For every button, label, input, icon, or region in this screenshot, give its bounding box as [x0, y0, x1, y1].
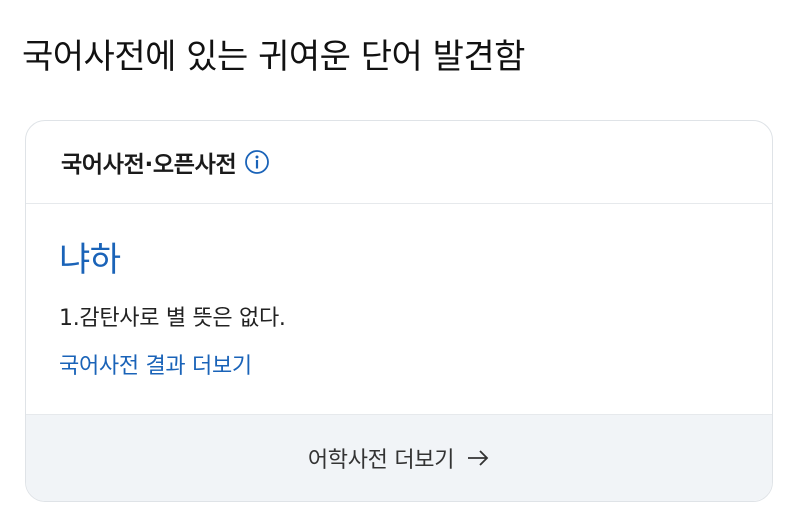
card-header: 국어사전·오픈사전 — [26, 121, 772, 204]
card-body: 냐하 1.감탄사로 별 뜻은 없다. 국어사전 결과 더보기 — [26, 204, 772, 416]
info-icon[interactable] — [244, 149, 270, 175]
page: 국어사전에 있는 귀여운 단어 발견함 국어사전·오픈사전 냐하 1.감탄사로 … — [0, 0, 800, 525]
dictionary-card: 국어사전·오픈사전 냐하 1.감탄사로 별 뜻은 없다. 국어사전 결과 더보기… — [25, 120, 773, 502]
headword[interactable]: 냐하 — [59, 232, 121, 281]
card-header-title: 국어사전·오픈사전 — [61, 152, 237, 178]
language-dictionary-more-button[interactable]: 어학사전 더보기 — [26, 414, 772, 501]
definition: 1.감탄사로 별 뜻은 없다. — [59, 306, 286, 331]
dictionary-more-link[interactable]: 국어사전 결과 더보기 — [59, 348, 252, 380]
post-title: 국어사전에 있는 귀여운 단어 발견함 — [22, 37, 525, 77]
footer-label: 어학사전 더보기 — [307, 448, 455, 473]
arrow-right-icon — [466, 448, 490, 468]
